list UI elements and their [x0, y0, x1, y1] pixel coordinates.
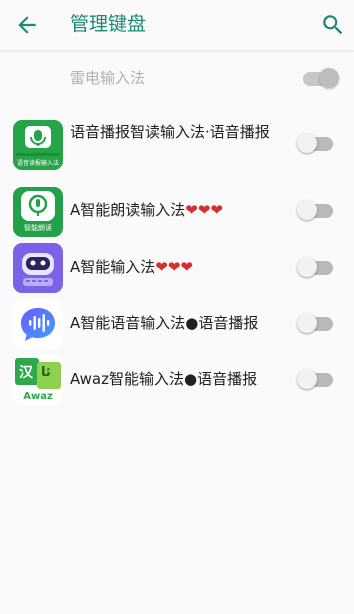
keyboard-label: A智能朗读输入法❤❤❤	[70, 199, 223, 222]
voice-reader-icon-caption: 语音读报输入法	[16, 160, 59, 167]
toggle-thumb	[297, 200, 317, 220]
toggle-thumb	[319, 68, 339, 88]
keyboard-label: Awaz智能输入法●语音播报	[70, 368, 257, 391]
keyboard-row-smart-input[interactable]: A智能输入法❤❤❤	[0, 240, 354, 296]
keyboard-row-awaz[interactable]: 汉 ئا Awaz Awaz智能输入法●语音播报	[0, 352, 354, 408]
robot-keyboard-icon	[13, 243, 63, 293]
keyboard-row-smart-read-aloud[interactable]: 智能朗读 A智能朗读输入法❤❤❤	[0, 183, 354, 239]
voice-wave-bubble-icon	[13, 299, 63, 349]
awaz-icon-glyph-uyghur: ئا	[41, 365, 51, 380]
toggle-thumb	[297, 313, 317, 333]
hearts-emoji: ❤❤❤	[185, 201, 223, 219]
keyboard-label-tail: 语音播报	[198, 314, 259, 332]
toggle-thumb	[297, 257, 317, 277]
app-bar: 管理键盘	[0, 0, 354, 50]
keyboard-toggle[interactable]	[297, 369, 335, 389]
awaz-icon-glyph-han: 汉	[19, 365, 33, 381]
smart-read-aloud-icon-caption: 智能朗读	[24, 224, 52, 232]
keyboard-row-smart-voice[interactable]: A智能语音输入法●语音播报	[0, 296, 354, 352]
keyboard-label-tail: 语音播报	[197, 370, 258, 388]
keyboard-label-text: A智能输入法	[70, 258, 156, 276]
keyboard-label: A智能输入法❤❤❤	[70, 256, 193, 279]
keyboard-toggle[interactable]	[297, 257, 335, 277]
keyboard-toggle[interactable]	[297, 133, 335, 153]
keyboard-toggle[interactable]	[297, 200, 335, 220]
awaz-icon-caption: Awaz	[23, 391, 53, 402]
page-title: 管理键盘	[70, 13, 147, 35]
toggle-thumb	[297, 133, 317, 153]
voice-reader-keyboard-icon: 语音读报输入法	[13, 120, 63, 170]
keyboard-label: A智能语音输入法●语音播报	[70, 312, 258, 335]
keyboard-row-voice-reader[interactable]: 语音读报输入法 语音播报智读输入法·语音播报	[0, 115, 354, 175]
keyboard-label: 语音播报智读输入法·语音播报	[70, 121, 280, 144]
keyboard-toggle[interactable]	[303, 68, 339, 88]
voice-wave-icon-graphic	[21, 308, 55, 341]
keyboard-label-text: A智能朗读输入法	[70, 201, 186, 219]
awaz-keyboard-icon: 汉 ئا Awaz	[13, 355, 63, 405]
keyboard-label-text: Awaz智能输入法	[70, 370, 184, 388]
hearts-emoji: ❤❤❤	[155, 258, 193, 276]
black-dot-separator: ●	[185, 314, 199, 332]
keyboard-label: 雷电输入法	[70, 69, 146, 87]
keyboard-row-leidian[interactable]: 雷电输入法	[0, 58, 354, 100]
robot-icon-graphic	[22, 253, 54, 286]
black-dot-separator: ●	[184, 370, 198, 388]
search-icon[interactable]	[320, 12, 346, 38]
arrow-left-icon[interactable]	[14, 12, 40, 38]
smart-read-aloud-icon: 智能朗读	[13, 187, 63, 237]
keyboard-label-text: 语音播报智读输入法·语音播报	[70, 123, 270, 141]
toggle-thumb	[297, 369, 317, 389]
keyboard-toggle[interactable]	[297, 313, 335, 333]
keyboard-label-text: A智能语音输入法	[70, 314, 186, 332]
